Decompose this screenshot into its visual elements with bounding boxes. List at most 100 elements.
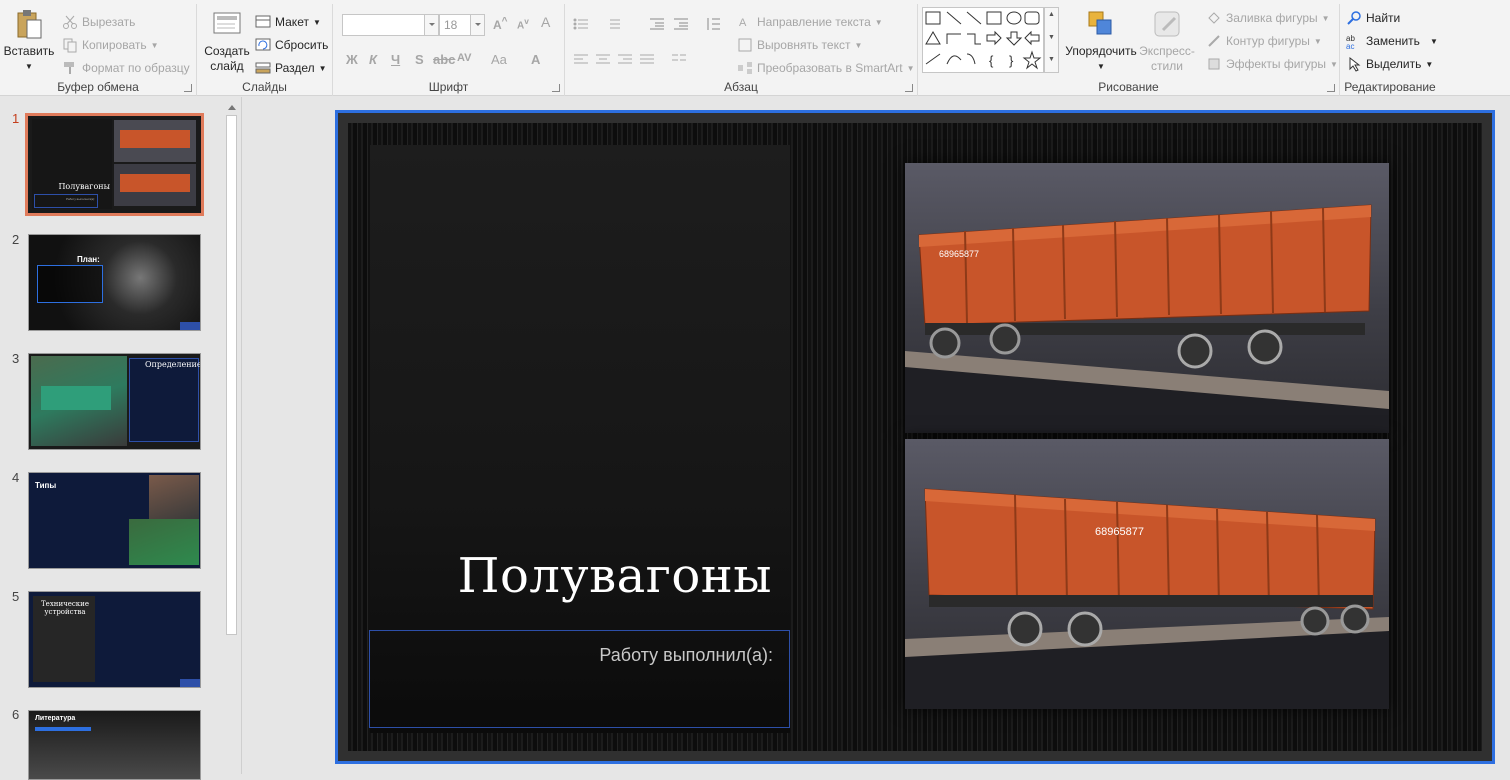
align-text-button[interactable]: Выровнять текст ▼ xyxy=(737,37,862,53)
chevron-down-icon: ▼ xyxy=(854,40,863,50)
thumbnail-scrollbar[interactable] xyxy=(224,97,239,774)
arrange-button[interactable]: Упорядочить ▼ xyxy=(1064,8,1138,74)
increase-indent-button[interactable] xyxy=(673,16,689,32)
grow-font-button[interactable]: A^ xyxy=(493,16,508,32)
justify-button[interactable] xyxy=(639,52,655,68)
wagon-shape xyxy=(120,130,190,148)
chevron-up-icon[interactable]: ▲ xyxy=(1048,11,1055,18)
slide-thumbnail-1[interactable]: Полувагоны Работу выполнил(а): xyxy=(25,113,204,216)
slide-title[interactable]: Полувагоны xyxy=(370,548,772,604)
thumb-photo xyxy=(31,356,127,446)
paste-label: Вставить xyxy=(3,44,55,58)
grow-font-icon: A^ xyxy=(493,16,508,32)
quick-styles-label-2: стили xyxy=(1151,59,1183,73)
text-direction-button[interactable]: A Направление текста ▼ xyxy=(737,14,883,30)
find-button[interactable]: Найти xyxy=(1346,10,1400,26)
replace-icon: ab ac xyxy=(1346,33,1362,51)
scissors-icon xyxy=(62,14,78,30)
change-case-button[interactable]: Aa xyxy=(491,52,507,67)
cut-label: Вырезать xyxy=(82,15,136,29)
slide-thumbnail-3[interactable]: Определение xyxy=(28,353,201,450)
shape-fill-button[interactable]: Заливка фигуры ▼ xyxy=(1206,10,1330,26)
section-icon xyxy=(255,60,271,76)
effects-icon xyxy=(1206,56,1222,72)
italic-button[interactable]: К xyxy=(369,52,377,67)
chevron-up-icon[interactable] xyxy=(228,101,236,110)
section-button[interactable]: Раздел ▼ xyxy=(255,60,327,76)
font-name-combo[interactable] xyxy=(342,14,439,36)
quick-styles-button[interactable]: Экспресс- стили xyxy=(1138,8,1196,74)
reset-button[interactable]: Сбросить xyxy=(255,37,328,53)
paint-bucket-icon xyxy=(1206,10,1222,26)
dialog-launcher-icon[interactable] xyxy=(552,84,560,92)
font-size-combo[interactable]: 18 xyxy=(439,14,485,36)
columns-button[interactable] xyxy=(671,52,687,68)
thumb-title: Определение xyxy=(145,360,201,369)
select-button[interactable]: Выделить ▼ xyxy=(1346,56,1433,72)
shadow-button[interactable]: S xyxy=(415,52,424,67)
paste-button[interactable]: Вставить ▼ xyxy=(4,8,54,74)
new-slide-button[interactable]: Создать слайд xyxy=(203,8,251,74)
cut-button[interactable]: Вырезать xyxy=(62,14,135,30)
chevron-down-icon: ▼ xyxy=(312,17,321,27)
copy-button[interactable]: Копировать ▼ xyxy=(62,37,159,53)
slide-thumbnail-6[interactable]: Литература xyxy=(28,710,201,780)
dialog-launcher-icon[interactable] xyxy=(905,84,913,92)
underline-button[interactable]: Ч xyxy=(391,52,400,67)
wagon-shape xyxy=(41,386,111,410)
chevron-down-icon: ▼ xyxy=(1097,62,1105,71)
bold-button[interactable]: Ж xyxy=(346,52,358,67)
shape-effects-button[interactable]: Эффекты фигуры ▼ xyxy=(1206,56,1338,72)
chevron-down-icon[interactable] xyxy=(424,15,438,35)
reset-icon xyxy=(255,37,271,53)
char-spacing-button[interactable]: AV xyxy=(457,52,471,64)
shape-outline-button[interactable]: Контур фигуры ▼ xyxy=(1206,33,1322,49)
slide-thumbnail-5[interactable]: Технические устройства xyxy=(28,591,201,688)
numbering-icon xyxy=(605,16,621,32)
justify-icon xyxy=(639,52,655,68)
decrease-indent-button[interactable] xyxy=(649,16,665,32)
thumb-photo-bottom xyxy=(129,519,199,565)
slide-canvas: 68965877 68965877 Полувагоны Работу выпо… xyxy=(348,123,1482,751)
brush-icon xyxy=(62,60,78,76)
chevron-down-icon[interactable] xyxy=(470,15,484,35)
line-spacing-button[interactable] xyxy=(705,16,721,32)
slide-subtitle[interactable]: Работу выполнил(а): xyxy=(599,645,773,666)
chevron-down-icon[interactable]: ▼ xyxy=(1048,34,1055,41)
wagon-photo-top[interactable]: 68965877 xyxy=(905,163,1389,433)
align-right-button[interactable] xyxy=(617,52,633,68)
font-color-button[interactable]: A xyxy=(531,52,540,67)
bullets-button[interactable] xyxy=(573,16,589,32)
align-left-button[interactable] xyxy=(573,52,589,68)
shapes-gallery[interactable]: { } xyxy=(922,7,1044,73)
reset-label: Сбросить xyxy=(275,38,329,52)
replace-button[interactable]: ab ac Заменить ▼ xyxy=(1346,33,1438,51)
format-painter-label: Формат по образцу xyxy=(82,61,190,75)
slide-selection-frame[interactable]: 68965877 68965877 Полувагоны Работу выпо… xyxy=(335,110,1495,764)
dialog-launcher-icon[interactable] xyxy=(1327,84,1335,92)
format-painter-button[interactable]: Формат по образцу xyxy=(62,60,190,76)
align-center-button[interactable] xyxy=(595,52,611,68)
slide-thumbnail-4[interactable]: Типы xyxy=(28,472,201,569)
svg-text:}: } xyxy=(1009,53,1014,68)
more-icon[interactable]: ▼ xyxy=(1048,56,1055,63)
wagon-shape xyxy=(120,174,190,192)
slide-thumbnail-2[interactable]: План: xyxy=(28,234,201,331)
thumb-title: Полувагоны xyxy=(58,182,110,191)
numbering-button[interactable] xyxy=(605,16,621,32)
shapes-gallery-scroll[interactable]: ▲ ▼ ▼ xyxy=(1044,7,1059,73)
subtitle-placeholder[interactable]: Работу выполнил(а): xyxy=(369,630,790,728)
scrollbar-thumb[interactable] xyxy=(226,115,237,635)
align-right-icon xyxy=(617,52,633,68)
dialog-launcher-icon[interactable] xyxy=(184,84,192,92)
wagon-photo-bottom[interactable]: 68965877 xyxy=(905,439,1389,709)
shrink-font-icon: Av xyxy=(517,16,529,32)
shrink-font-button[interactable]: Av xyxy=(517,16,529,31)
clear-format-button[interactable]: A xyxy=(541,14,550,30)
chevron-down-icon: ▼ xyxy=(1425,59,1434,69)
strikethrough-button[interactable]: abc xyxy=(433,52,455,67)
chevron-down-icon: ▼ xyxy=(1321,13,1330,23)
layout-button[interactable]: Макет ▼ xyxy=(255,14,321,30)
thumb-list-box xyxy=(37,265,103,303)
convert-smartart-button[interactable]: Преобразовать в SmartArt ▼ xyxy=(737,60,914,76)
